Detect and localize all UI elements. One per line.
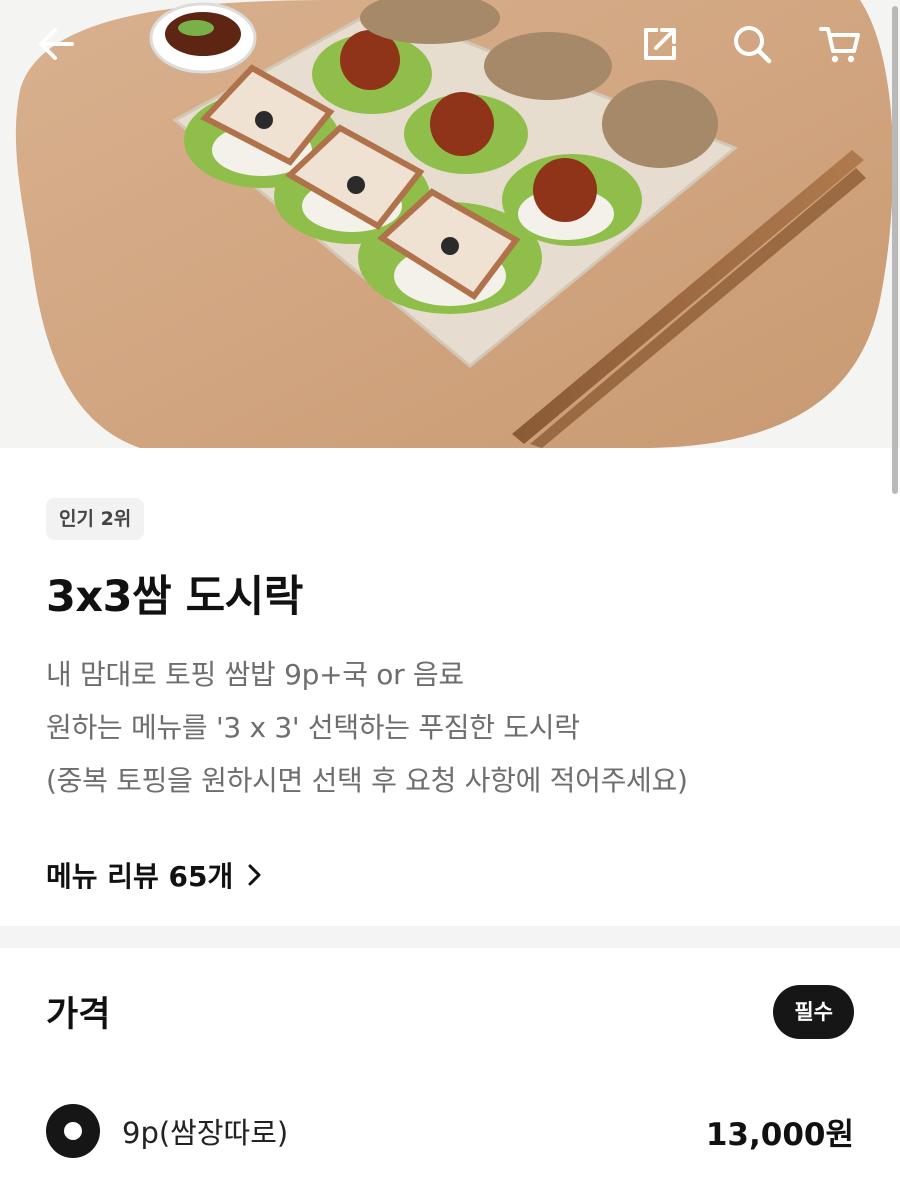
menu-review-link[interactable]: 메뉴 리뷰 65개 — [46, 852, 263, 898]
chevron-right-icon — [247, 863, 263, 887]
share-icon — [644, 28, 676, 60]
description-line: (중복 토핑을 원하시면 선택 후 요청 사항에 적어주세요) — [46, 764, 688, 797]
section-divider — [0, 926, 900, 948]
search-button[interactable] — [724, 16, 780, 72]
cart-icon — [819, 27, 860, 63]
price-section-title: 가격 — [46, 995, 111, 1035]
cart-button[interactable] — [812, 16, 868, 72]
radio-selected-icon[interactable] — [46, 1104, 100, 1158]
review-link-label: 메뉴 리뷰 65개 — [46, 860, 234, 893]
search-icon — [734, 26, 772, 64]
description-line: 내 맘대로 토핑 쌈밥 9p+국 or 음료 — [46, 658, 464, 691]
description-line: 원하는 메뉴를 '3 x 3' 선택하는 푸짐한 도시락 — [46, 711, 580, 744]
price-option[interactable]: 9p(쌈장따로) 13,000원 — [46, 1102, 854, 1160]
share-button[interactable] — [632, 16, 688, 72]
menu-description: 내 맘대로 토핑 쌈밥 9p+국 or 음료 원하는 메뉴를 '3 x 3' 선… — [46, 648, 876, 807]
required-badge: 필수 — [773, 985, 854, 1039]
menu-title: 3x3쌈 도시락 — [46, 572, 303, 622]
scrollbar[interactable] — [892, 6, 898, 494]
popular-rank-badge: 인기 2위 — [46, 498, 145, 540]
option-label: 9p(쌈장따로) — [122, 1116, 289, 1150]
option-price: 13,000원 — [705, 1116, 854, 1153]
back-button[interactable] — [28, 16, 84, 72]
back-arrow-icon — [39, 28, 74, 60]
